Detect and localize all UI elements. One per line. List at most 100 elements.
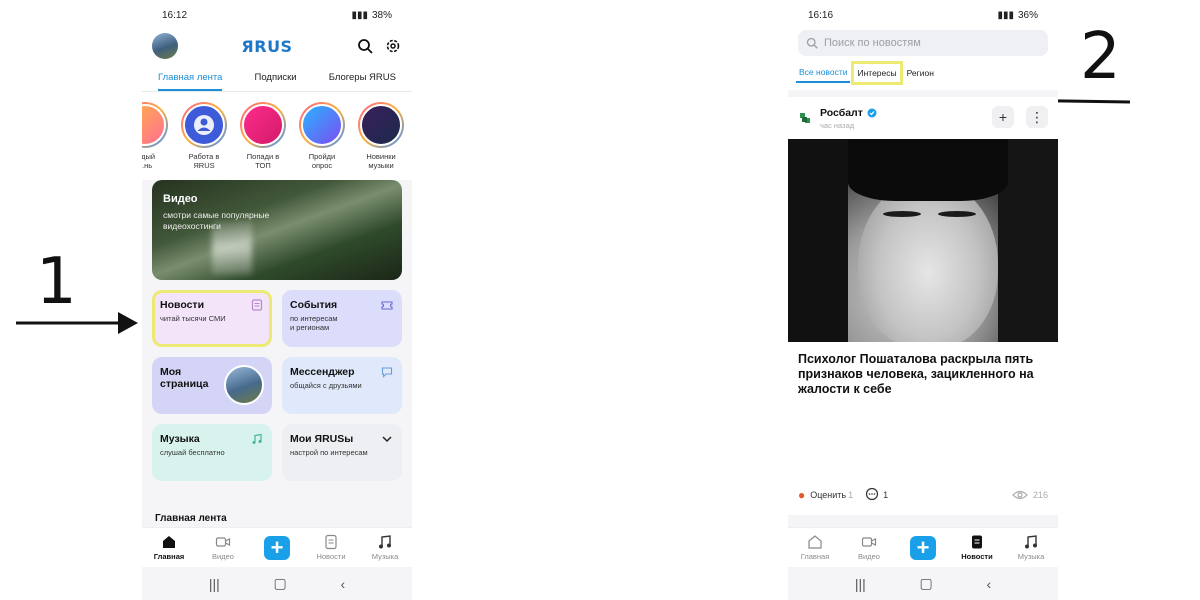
news-tabs: Все новости Интересы Регион [788,56,1058,90]
section-title: Главная лента [155,513,227,524]
back-icon[interactable]: ‹ [340,576,345,592]
gear-icon[interactable] [384,37,402,55]
post-time: час назад [820,120,855,130]
tab-interests[interactable]: Интересы [851,61,903,85]
tab-all-news[interactable]: Все новости [796,63,851,83]
video-card-title: Видео [163,193,198,205]
music-note-icon [1025,535,1037,549]
story-label: Работа в ЯRUS [188,152,220,170]
more-options-button[interactable]: ⋮ [1026,106,1048,128]
plus-icon: + [998,109,1008,125]
search-icon[interactable] [356,37,374,55]
profile-avatar[interactable] [152,33,178,59]
nav-create[interactable]: + [900,535,946,560]
news-post[interactable]: Росбалт час назад + ⋮ Психолог Пошаталов… [788,97,1058,515]
home-button-icon[interactable]: ▢ [274,575,287,592]
nav-news[interactable]: Новости [308,534,354,561]
profile-photo [224,365,264,405]
music-tile[interactable]: Музыка слушай бесплатно [152,424,272,481]
tab-subscriptions[interactable]: Подписки [255,72,297,91]
post-headline[interactable]: Психолог Пошаталова раскрыла пять призна… [788,342,1058,407]
recent-apps-icon[interactable]: ||| [209,576,220,592]
story-item[interactable]: Работа в ЯRUS [179,102,229,180]
my-page-tile[interactable]: Моя страница [152,357,272,414]
signal-icon: ▮▮▮ [997,9,1014,21]
tile-subtitle: общайся с друзьями [290,381,362,390]
video-card-subtitle: смотри самые популярные видеохостинги [163,210,270,231]
verified-icon [867,108,877,117]
news-icon [972,535,982,549]
story-label: ...дый ...нь [142,152,156,170]
tile-title: События [290,299,338,311]
status-time: 16:16 [808,9,834,21]
recent-apps-icon[interactable]: ||| [855,576,866,592]
tile-subtitle: читай тысячи СМИ [160,314,226,323]
nav-label: Новости [316,552,346,561]
video-camera-icon [215,537,231,547]
chevron-down-icon[interactable] [381,433,393,445]
system-nav-bar: ||| ▢ ‹ [788,567,1058,600]
phone-screen-news: 16:16 ▮▮▮ 36% Поиск по новостям Все ново… [788,0,1058,600]
home-icon [163,536,175,548]
subscribe-button[interactable]: + [992,106,1014,128]
story-label: Новинки музыки [366,152,396,170]
source-name[interactable]: Росбалт [820,107,863,119]
nav-home[interactable]: Главная [792,534,838,561]
story-item[interactable]: Попади в ТОП [238,102,288,180]
stories-row: ...дый ...нь Работа в ЯRUS Попади в ТОП … [142,92,412,180]
tab-bloggers[interactable]: Блогеры ЯRUS [329,72,396,91]
nav-news[interactable]: Новости [954,534,1000,561]
nav-music[interactable]: Музыка [1008,534,1054,561]
news-search-input[interactable]: Поиск по новостям [798,30,1048,56]
bottom-nav: Главная Видео + Новости Музыка [142,527,412,567]
tile-subtitle: по интересам и регионам [290,314,338,332]
story-item[interactable]: ...дый ...нь [142,102,170,180]
nav-label: Видео [212,552,234,561]
status-bar: 16:16 ▮▮▮ 36% [788,0,1058,30]
story-item[interactable]: Пройди опрос [297,102,347,180]
rate-count: 1 [848,490,854,500]
nav-label: Видео [858,552,880,561]
signal-icon: ▮▮▮ [351,9,368,21]
tile-title: Мои ЯRUSы [290,433,354,445]
battery-level: 36% [1017,9,1038,21]
nav-create[interactable]: + [254,535,300,560]
news-icon [251,299,263,311]
tile-subtitle: слушай бесплатно [160,448,225,457]
nav-label: Главная [153,552,185,561]
music-note-icon [252,433,262,444]
nav-video[interactable]: Видео [846,534,892,561]
tile-title: Мессенджер [290,366,355,378]
tile-title: Музыка [160,433,200,445]
video-card[interactable]: Видео смотри самые популярные видеохости… [152,180,402,280]
user-icon [194,115,214,135]
rate-label[interactable]: Оценить [810,490,846,500]
annotation-arrow-1 [16,312,138,334]
nav-label: Музыка [371,552,399,561]
messenger-tile[interactable]: Мессенджер общайся с друзьями [282,357,402,414]
comment-icon[interactable] [865,487,879,503]
news-icon [325,534,337,550]
plus-icon: + [910,535,936,560]
home-button-icon[interactable]: ▢ [920,575,933,592]
kebab-menu-icon: ⋮ [1030,108,1044,125]
my-yarus-tile[interactable]: Мои ЯRUSы настрой по интересам [282,424,402,481]
ticket-icon [381,301,393,310]
back-icon[interactable]: ‹ [986,576,991,592]
home-icon [808,535,822,549]
comment-count: 1 [883,490,889,500]
home-tabs: Главная лента Подписки Блогеры ЯRUS [142,62,412,92]
tab-region[interactable]: Регион [904,64,937,82]
nav-label: Музыка [1017,552,1045,561]
bottom-nav: Главная Видео + Новости Музыка [788,527,1058,567]
nav-home[interactable]: Главная [146,534,192,561]
events-tile[interactable]: События по интересам и регионам [282,290,402,347]
nav-video[interactable]: Видео [200,534,246,561]
music-note-icon [379,535,391,549]
nav-music[interactable]: Музыка [362,534,408,561]
tab-main-feed[interactable]: Главная лента [158,72,223,91]
news-tile[interactable]: Новости читай тысячи СМИ [152,290,272,347]
tile-subtitle: настрой по интересам [290,448,368,457]
story-item[interactable]: Новинки музыки [356,102,406,180]
post-image[interactable] [788,139,1058,342]
